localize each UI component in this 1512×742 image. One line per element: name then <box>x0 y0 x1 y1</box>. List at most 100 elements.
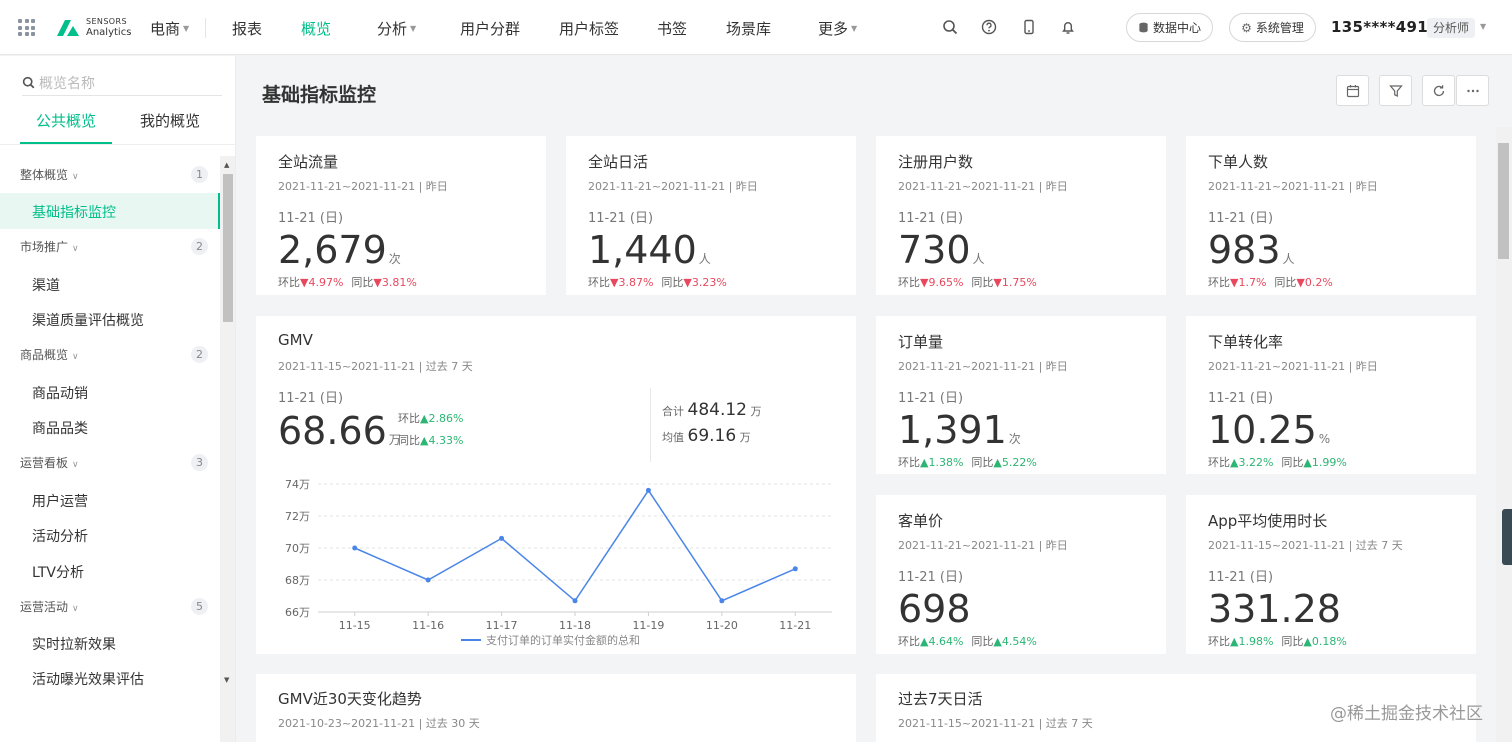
avg-label: 均值 <box>662 431 684 444</box>
gmv-yoy: 同比▲4.33% <box>398 432 463 448</box>
chevron-down-icon: ∨ <box>72 460 79 470</box>
mobile-icon[interactable] <box>1021 19 1037 35</box>
card-value-number: 2,679 <box>278 228 387 272</box>
app-grid-icon[interactable] <box>18 19 35 36</box>
sidebar-item-campaign-analysis[interactable]: 活动分析 <box>32 526 88 546</box>
sidebar-item-exposure-eval[interactable]: 活动曝光效果评估 <box>32 669 144 689</box>
metric-card-conversion-rate[interactable]: 下单转化率 2021-11-21~2021-11-21 | 昨日 11-21 (… <box>1186 316 1476 474</box>
metric-card-dau[interactable]: 全站日活 2021-11-21~2021-11-21 | 昨日 11-21 (日… <box>566 136 856 295</box>
refresh-button[interactable] <box>1422 75 1455 106</box>
y-tick-label: 68万 <box>285 574 310 587</box>
sidebar-scrollbar-thumb[interactable] <box>223 174 233 322</box>
card-date-range: 2021-11-21~2021-11-21 | 昨日 <box>898 180 1068 193</box>
sidebar-item-ltv[interactable]: LTV分析 <box>32 562 84 582</box>
tab-public-overview[interactable]: 公共概览 <box>36 110 96 131</box>
scroll-down-icon[interactable]: ▼ <box>224 676 229 684</box>
card-unit: 人 <box>698 252 711 266</box>
sidebar-item-realtime-acquisition[interactable]: 实时拉新效果 <box>32 634 116 654</box>
mom-label: 环比 <box>588 276 610 289</box>
x-tick-label: 11-21 <box>779 619 811 632</box>
mom-label: 环比 <box>898 456 920 469</box>
data-point <box>425 577 431 583</box>
main-scrollbar-thumb[interactable] <box>1498 143 1509 259</box>
project-name: 电商 <box>150 20 181 38</box>
filter-button[interactable] <box>1379 75 1412 106</box>
group-count-badge: 2 <box>191 346 208 363</box>
project-selector[interactable]: 电商 ▼ <box>150 18 189 39</box>
group-marketing[interactable]: 市场推广 ∨ <box>20 238 79 255</box>
group-count-badge: 3 <box>191 454 208 471</box>
mom-value: 1.98% <box>1238 635 1274 648</box>
nav-analysis[interactable]: 分析 ▼ <box>377 18 416 39</box>
total-value: 484.12 <box>687 400 747 420</box>
gear-icon: ⚙ <box>1241 20 1252 35</box>
bell-icon[interactable] <box>1060 19 1076 35</box>
nav-reports[interactable]: 报表 <box>232 18 262 39</box>
card-date-range: 2021-11-15~2021-11-21 | 过去 7 天 <box>898 717 1093 730</box>
legend-label: 支付订单的订单实付金额的总和 <box>486 633 640 647</box>
group-ops-activities[interactable]: 运营活动 ∨ <box>20 598 79 615</box>
data-center-button[interactable]: 数据中心 <box>1126 13 1213 42</box>
overview-search[interactable]: 概览名称 <box>22 70 222 96</box>
tab-my-overview[interactable]: 我的概览 <box>140 110 200 131</box>
card-day: 11-21 (日) <box>1208 570 1274 585</box>
data-point <box>352 545 358 551</box>
arrow-up-icon: ▲ <box>993 456 1002 469</box>
metric-card-registered-users[interactable]: 注册用户数 2021-11-21~2021-11-21 | 昨日 11-21 (… <box>876 136 1166 295</box>
sidebar-item-channel-quality[interactable]: 渠道质量评估概览 <box>32 310 144 330</box>
yoy-label: 同比 <box>971 456 994 469</box>
logo-text-top: SENSORS <box>86 17 127 26</box>
card-day: 11-21 (日) <box>1208 211 1274 226</box>
side-panel-handle[interactable] <box>1502 509 1512 565</box>
x-tick-label: 11-18 <box>559 619 591 632</box>
card-value-number: 1,440 <box>588 228 697 272</box>
help-icon[interactable] <box>981 19 997 35</box>
chevron-down-icon: ∨ <box>72 604 79 614</box>
more-button[interactable] <box>1456 75 1489 106</box>
system-settings-button[interactable]: ⚙ 系统管理 <box>1229 13 1316 42</box>
mom-value: 1.7% <box>1238 276 1267 289</box>
gmv-card[interactable]: GMV 2021-11-15~2021-11-21 | 过去 7 天 11-21… <box>256 316 856 654</box>
card-value-number: 68.66 <box>278 409 387 453</box>
role-badge[interactable]: 分析师 <box>1427 18 1476 38</box>
card-day: 11-21 (日) <box>588 211 654 226</box>
nav-scenes[interactable]: 场景库 <box>726 18 771 39</box>
metric-card-app-usage-duration[interactable]: App平均使用时长 2021-11-15~2021-11-21 | 过去 7 天… <box>1186 495 1476 654</box>
card-title: 注册用户数 <box>898 153 974 171</box>
yoy-label: 同比 <box>971 635 994 648</box>
metric-card-orders[interactable]: 订单量 2021-11-21~2021-11-21 | 昨日 11-21 (日)… <box>876 316 1166 474</box>
date-picker-button[interactable] <box>1336 75 1369 106</box>
overview-search-placeholder: 概览名称 <box>39 75 95 92</box>
card-value-number: 698 <box>898 587 971 631</box>
nav-user-segments[interactable]: 用户分群 <box>460 18 520 39</box>
scroll-up-icon[interactable]: ▲ <box>224 161 229 169</box>
mom-value: 4.64% <box>928 635 964 648</box>
nav-overview[interactable]: 概览 <box>301 18 331 39</box>
search-icon[interactable] <box>942 19 958 35</box>
card-date-range: 2021-11-21~2021-11-21 | 昨日 <box>898 539 1068 552</box>
sidebar-item-basic-metrics[interactable]: 基础指标监控 <box>32 202 116 222</box>
sidebar-item-user-ops[interactable]: 用户运营 <box>32 491 88 511</box>
group-ops-activities-label: 运营活动 <box>20 600 69 614</box>
nav-bookmarks[interactable]: 书签 <box>657 18 687 39</box>
group-operations-board[interactable]: 运营看板 ∨ <box>20 454 79 471</box>
chevron-down-icon[interactable]: ▼ <box>1480 22 1486 31</box>
yoy-value: 3.81% <box>381 276 417 289</box>
group-overall[interactable]: 整体概览 ∨ <box>20 166 79 183</box>
user-account[interactable]: 135****4915 <box>1331 18 1439 36</box>
mom-label: 环比 <box>1208 456 1230 469</box>
nav-more[interactable]: 更多 ▼ <box>818 18 857 39</box>
group-products[interactable]: 商品概览 ∨ <box>20 346 79 363</box>
metric-card-total-traffic[interactable]: 全站流量 2021-11-21~2021-11-21 | 昨日 11-21 (日… <box>256 136 546 295</box>
card-compare: 环比▼4.97% 同比▼3.81% <box>278 274 417 290</box>
metric-card-avg-order-value[interactable]: 客单价 2021-11-21~2021-11-21 | 昨日 11-21 (日)… <box>876 495 1166 654</box>
metric-card-buyers[interactable]: 下单人数 2021-11-21~2021-11-21 | 昨日 11-21 (日… <box>1186 136 1476 295</box>
arrow-down-icon: ▼ <box>373 276 382 289</box>
nav-user-tags[interactable]: 用户标签 <box>559 18 619 39</box>
gmv-30-day-trend-card[interactable]: GMV近30天变化趋势 2021-10-23~2021-11-21 | 过去 3… <box>256 674 856 742</box>
sidebar-item-channel[interactable]: 渠道 <box>32 275 60 295</box>
card-compare: 环比▼9.65% 同比▼1.75% <box>898 274 1037 290</box>
sidebar-item-product-category[interactable]: 商品品类 <box>32 418 88 438</box>
sidebar-item-product-sales[interactable]: 商品动销 <box>32 383 88 403</box>
gmv-line-chart[interactable]: 66万 68万 70万 72万 74万 11-15 11-16 11-17 11-18 11-19… <box>256 466 856 654</box>
